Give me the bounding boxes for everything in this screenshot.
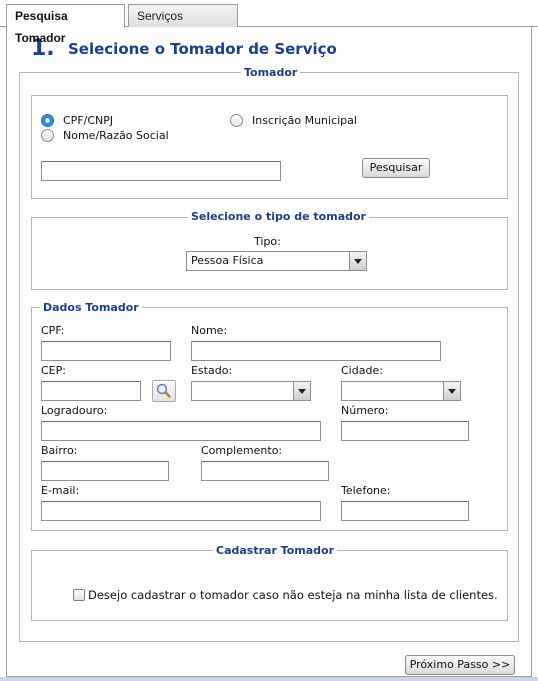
tab-pesquisa-tomador[interactable]: Pesquisa Tomador (6, 4, 125, 45)
bottom-divider (0, 677, 538, 681)
pesquisar-button[interactable]: Pesquisar (362, 158, 430, 178)
bairro-field[interactable] (41, 461, 169, 481)
cep-search-button[interactable] (152, 380, 176, 402)
cadastrar-legend: Cadastrar Tomador (213, 544, 338, 557)
cadastrar-checkbox[interactable] (73, 589, 85, 601)
complemento-field[interactable] (201, 461, 329, 481)
numero-label: Número: (341, 404, 389, 417)
page-title: Selecione o Tomador de Serviço (68, 40, 337, 58)
telefone-label: Telefone: (341, 484, 391, 497)
telefone-field[interactable] (341, 501, 469, 521)
estado-label: Estado: (191, 364, 233, 377)
tipo-label: Tipo: (254, 235, 281, 248)
cpf-label: CPF: (41, 324, 65, 337)
nome-field[interactable] (191, 341, 441, 361)
logradouro-label: Logradouro: (41, 404, 108, 417)
dados-legend: Dados Tomador (40, 301, 142, 314)
tomador-legend: Tomador (241, 66, 301, 79)
numero-field[interactable] (341, 421, 469, 441)
radio-inscricao-municipal[interactable] (230, 114, 243, 127)
email-label: E-mail: (41, 484, 80, 497)
cidade-select[interactable] (341, 381, 461, 401)
chevron-down-icon (443, 382, 460, 400)
complemento-label: Complemento: (201, 444, 283, 457)
radio-cpf-cnpj-label: CPF/CNPJ (63, 114, 114, 127)
search-input[interactable] (41, 161, 281, 181)
tipo-select[interactable]: Pessoa Física (186, 251, 367, 271)
radio-cpf-cnpj[interactable] (41, 114, 54, 127)
radio-inscricao-municipal-label: Inscrição Municipal (252, 114, 357, 127)
search-fieldset (31, 95, 508, 199)
cidade-label: Cidade: (341, 364, 383, 377)
bairro-label: Bairro: (41, 444, 78, 457)
nome-label: Nome: (191, 324, 228, 337)
logradouro-field[interactable] (41, 421, 321, 441)
cep-field[interactable] (41, 381, 141, 401)
tab-strip: Pesquisa Tomador Serviços Prestados (0, 0, 538, 45)
email-field[interactable] (41, 501, 321, 521)
cadastrar-fieldset (31, 550, 508, 621)
chevron-down-icon (293, 382, 310, 400)
chevron-down-icon (349, 252, 366, 270)
magnifier-icon (156, 383, 171, 398)
cep-label: CEP: (41, 364, 66, 377)
cpf-field[interactable] (41, 341, 171, 361)
radio-nome-razao-social-label: Nome/Razão Social (63, 129, 169, 142)
proximo-passo-button[interactable]: Próximo Passo >> (405, 655, 515, 675)
tipo-select-value: Pessoa Física (191, 254, 264, 267)
estado-select[interactable] (191, 381, 311, 401)
radio-nome-razao-social[interactable] (41, 129, 54, 142)
tipo-legend: Selecione o tipo de tomador (188, 210, 369, 223)
cadastrar-checkbox-label: Desejo cadastrar o tomador caso não este… (88, 588, 498, 602)
tab-servicos-prestados[interactable]: Serviços Prestados (128, 4, 238, 45)
